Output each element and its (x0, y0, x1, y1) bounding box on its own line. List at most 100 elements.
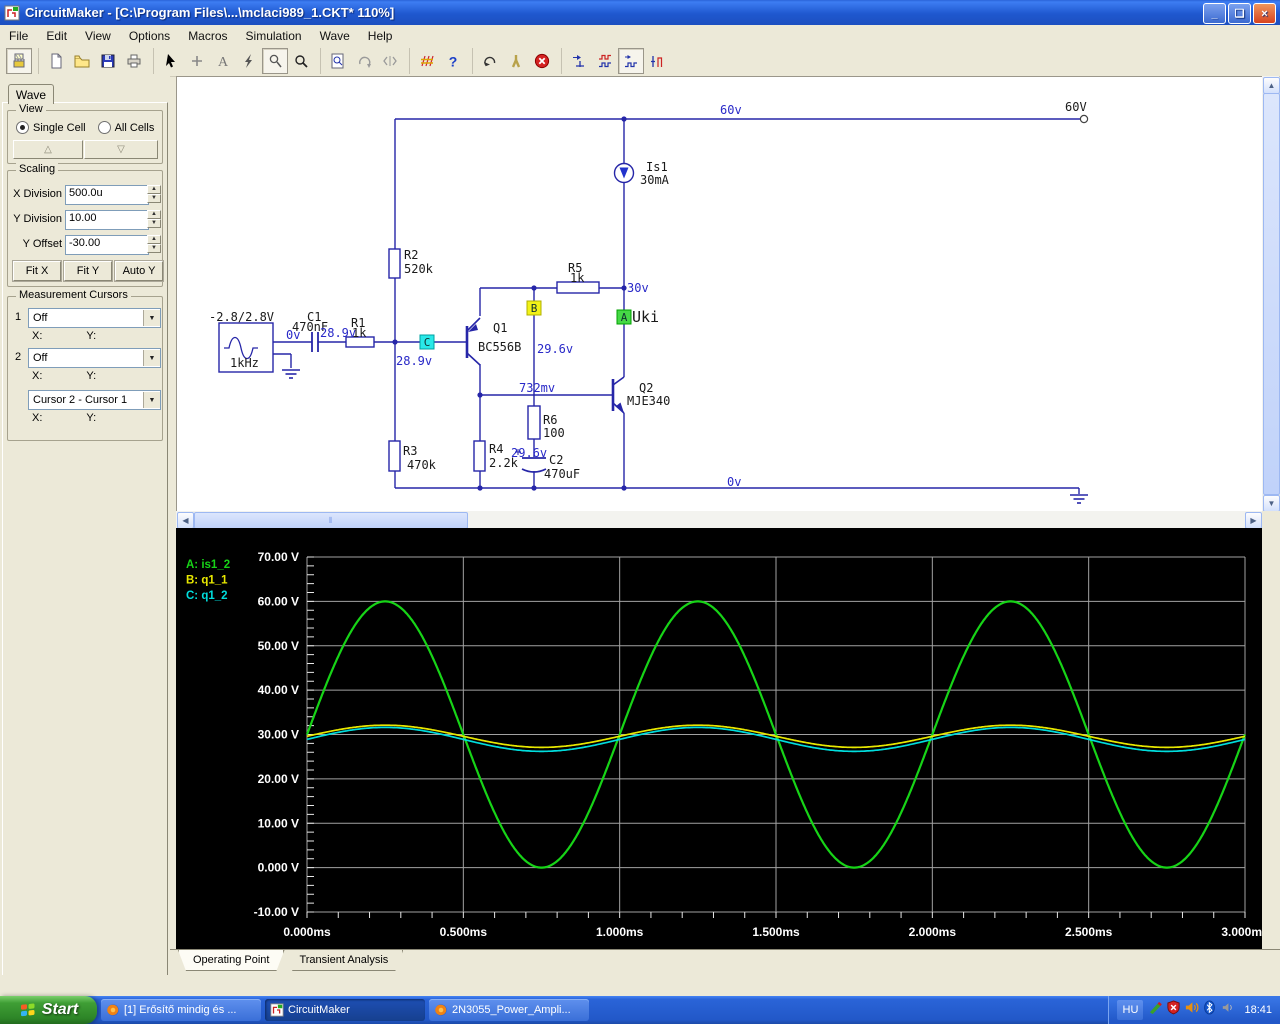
chevron-down-icon: ▼ (143, 310, 160, 326)
y-offset-spinner[interactable]: ▲ ▼ (147, 235, 161, 253)
scroll-up-icon[interactable]: ▲ (1263, 77, 1280, 94)
tablet-icon[interactable] (1148, 1000, 1163, 1020)
y-division-input[interactable]: 10.00 (65, 210, 149, 230)
x-division-spinner[interactable]: ▲ ▼ (147, 185, 161, 203)
cursor2-y-label: Y: (86, 370, 97, 382)
task-button[interactable]: CircuitMaker (265, 999, 425, 1021)
svg-text:0.000ms: 0.000ms (283, 925, 331, 939)
cursor-diff-select[interactable]: Cursor 2 - Cursor 1 ▼ (28, 390, 161, 410)
svg-text:Is1: Is1 (646, 160, 668, 174)
save-file-icon (101, 54, 115, 68)
bluetooth-icon (1204, 1000, 1216, 1015)
rotate-tool-button[interactable] (351, 48, 377, 74)
digital-analysis-button[interactable] (644, 48, 670, 74)
svg-text:-10.00 V: -10.00 V (254, 905, 299, 919)
svg-text:3.000ms: 3.000ms (1221, 925, 1262, 939)
security-shield-icon[interactable] (1166, 1000, 1181, 1020)
menu-wave[interactable]: Wave (311, 27, 359, 45)
svg-text:A: A (218, 55, 229, 69)
menu-help[interactable]: Help (359, 27, 402, 45)
x-division-input[interactable]: 500.0u (65, 185, 149, 205)
cursor2-select[interactable]: Off ▼ (28, 348, 161, 368)
setup-wrench-button[interactable] (503, 48, 529, 74)
transient-analysis-button[interactable] (618, 48, 644, 74)
menu-view[interactable]: View (76, 27, 120, 45)
restore-button[interactable]: ❏ (1228, 3, 1251, 24)
cell-up-button[interactable]: △ (13, 140, 83, 159)
svg-text:60V: 60V (1065, 100, 1087, 114)
single-cell-radio[interactable] (16, 121, 29, 134)
firefox-icon (107, 1004, 119, 1016)
scroll-left-icon[interactable]: ◀ (177, 512, 194, 529)
schematic-canvas[interactable]: C B A R2 520k R3 470k R1 1k C1 470nF Q1 BC556B Q2 MJE3… (176, 76, 1263, 512)
svg-text:2.000ms: 2.000ms (909, 925, 957, 939)
wire-tool-button[interactable] (236, 48, 262, 74)
all-cells-radio[interactable] (97, 121, 111, 134)
fit-y-button[interactable]: Fit Y (64, 261, 112, 281)
save-file-button[interactable] (95, 48, 121, 74)
print-button[interactable] (121, 48, 147, 74)
legend-entry: A: is1_2 (186, 559, 230, 571)
cursor1-select[interactable]: Off ▼ (28, 308, 161, 328)
chevron-down-icon: ▼ (143, 392, 160, 408)
zoom-window-button[interactable] (325, 48, 351, 74)
simulation-check-button[interactable] (414, 48, 440, 74)
task-button[interactable]: [1] Erősítő mindig és ... (101, 999, 261, 1021)
tab-wave[interactable]: Wave (8, 84, 54, 104)
zoom-tool-button[interactable] (288, 48, 314, 74)
menu-file[interactable]: File (0, 27, 37, 45)
svg-text:0.000 V: 0.000 V (258, 861, 299, 875)
svg-text:470uF: 470uF (544, 467, 580, 481)
menu-edit[interactable]: Edit (37, 27, 76, 45)
scroll-down-icon[interactable]: ▼ (1263, 495, 1280, 512)
svg-text:29.6v: 29.6v (511, 446, 547, 460)
waveforms-button[interactable] (592, 48, 618, 74)
volume-icon[interactable] (1184, 1000, 1199, 1020)
audio-device-icon[interactable] (1220, 1000, 1235, 1020)
y-offset-label: Y Offset (22, 238, 62, 250)
menu-simulation[interactable]: Simulation (237, 27, 311, 45)
svg-text:1.500ms: 1.500ms (752, 925, 800, 939)
part-browser-button[interactable] (6, 48, 32, 74)
reset-simulation-button[interactable] (477, 48, 503, 74)
stop-simulation-button[interactable] (529, 48, 555, 74)
tab-operating-point[interactable]: Operating Point (178, 950, 284, 971)
open-file-button[interactable] (69, 48, 95, 74)
minimize-button[interactable]: _ (1203, 3, 1226, 24)
new-file-button[interactable] (43, 48, 69, 74)
menu-options[interactable]: Options (120, 27, 179, 45)
start-button[interactable]: Start (0, 996, 97, 1024)
select-tool-button[interactable] (158, 48, 184, 74)
svg-text:Q1: Q1 (493, 321, 507, 335)
text-tool-button[interactable]: A (210, 48, 236, 74)
svg-text:C: C (424, 336, 431, 349)
bluetooth-icon[interactable] (1202, 1000, 1217, 1020)
schematic-horizontal-scrollbar[interactable]: ◀ ⦀ ▶ (176, 511, 1262, 529)
svg-text:60v: 60v (720, 103, 742, 117)
digital-analysis-icon (651, 56, 663, 67)
task-button[interactable]: 2N3055_Power_Ampli... (429, 999, 589, 1021)
language-indicator[interactable]: HU (1117, 1000, 1144, 1020)
menu-macros[interactable]: Macros (179, 27, 236, 45)
scrollbar-corner (1262, 511, 1280, 529)
help-button[interactable]: ? (440, 48, 466, 74)
svg-text:0v: 0v (286, 328, 300, 342)
y-division-spinner[interactable]: ▲ ▼ (147, 210, 161, 228)
svg-text:520k: 520k (404, 262, 434, 276)
fit-x-button[interactable]: Fit X (13, 261, 61, 281)
place-part-button[interactable] (184, 48, 210, 74)
waveform-plot[interactable]: 70.00 V 60.00 V 50.00 V 40.00 V 30.00 V 20.00… (176, 528, 1269, 949)
reset-simulation-icon (484, 56, 496, 67)
close-button[interactable]: × (1253, 3, 1276, 24)
probe-tool-button[interactable] (262, 48, 288, 74)
schematic-vertical-scrollbar[interactable]: ▲ ▼ (1262, 76, 1280, 512)
y-offset-input[interactable]: -30.00 (65, 235, 149, 255)
split-view-button[interactable] (377, 48, 403, 74)
auto-y-button[interactable]: Auto Y (115, 261, 163, 281)
run-to-time-button[interactable] (566, 48, 592, 74)
scroll-right-icon[interactable]: ▶ (1245, 512, 1262, 529)
status-strip (0, 975, 1280, 996)
cell-down-button[interactable]: ▽ (84, 140, 158, 159)
view-legend: View (16, 103, 46, 115)
tab-transient-analysis[interactable]: Transient Analysis (284, 950, 403, 971)
